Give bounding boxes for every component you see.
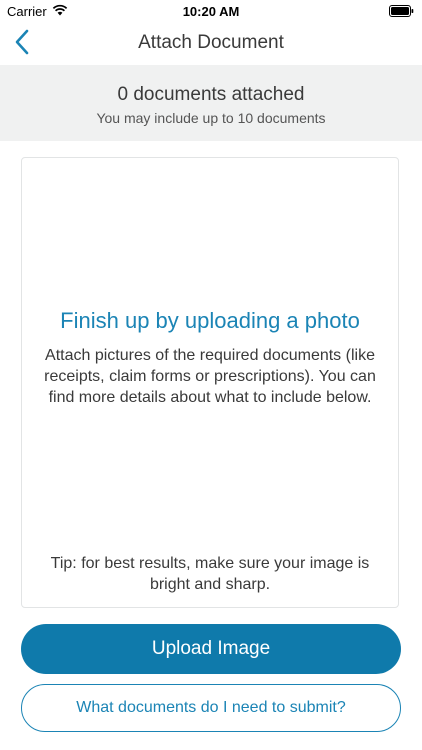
card-heading: Finish up by uploading a photo — [60, 308, 360, 333]
card-tip-text: Tip: for best results, make sure your im… — [50, 555, 370, 593]
required-documents-button[interactable]: What documents do I need to submit? — [21, 684, 401, 732]
chevron-left-icon — [12, 29, 32, 60]
upload-image-button[interactable]: Upload Image — [21, 624, 401, 674]
back-button[interactable] — [12, 28, 48, 58]
navigation-bar: Attach Document — [0, 22, 422, 64]
documents-count-text: 0 documents attached — [117, 84, 305, 105]
status-time: 10:20 AM — [182, 4, 240, 19]
card-body-text: Attach pictures of the required document… — [44, 347, 376, 406]
page-title: Attach Document — [138, 32, 284, 53]
documents-summary-banner: 0 documents attached You may include up … — [0, 65, 422, 141]
battery-icon — [389, 5, 414, 17]
status-bar: Carrier 10:20 AM — [0, 0, 422, 22]
documents-limit-text: You may include up to 10 documents — [96, 110, 326, 126]
upload-instructions-card: Finish up by uploading a photo Attach pi… — [21, 157, 399, 608]
